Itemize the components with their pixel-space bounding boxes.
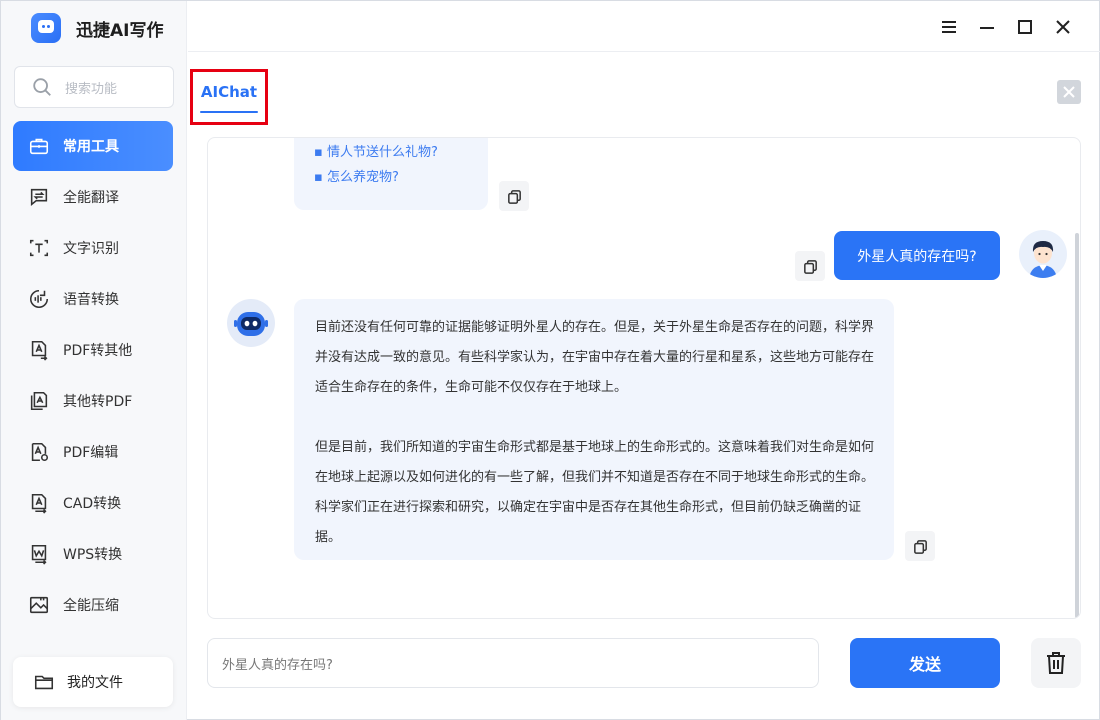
app-window: 迅捷AI写作 搜索功能 常用工具 全能翻译 文字识别 语音转换 PDF转其他 其… xyxy=(0,0,1100,720)
sidebar-search-input[interactable]: 搜索功能 xyxy=(14,66,174,108)
my-files-label: 我的文件 xyxy=(67,675,123,691)
app-logo-icon xyxy=(31,13,61,43)
sidebar-item-label: 全能翻译 xyxy=(63,190,119,206)
sidebar-item-common-tools[interactable]: 常用工具 xyxy=(13,121,173,171)
sidebar-item-label: CAD转换 xyxy=(63,496,122,512)
message-input[interactable] xyxy=(207,638,819,688)
user-avatar xyxy=(1019,230,1067,278)
search-placeholder: 搜索功能 xyxy=(65,81,118,97)
copy-icon xyxy=(913,539,927,554)
sidebar-item-voice[interactable]: 语音转换 xyxy=(13,274,173,324)
search-icon xyxy=(33,78,51,96)
maximize-icon[interactable] xyxy=(1013,15,1037,39)
sidebar-item-ocr[interactable]: 文字识别 xyxy=(13,223,173,273)
copy-icon xyxy=(803,259,817,274)
suggestion-item[interactable]: ▪ 怎么养宠物? xyxy=(314,165,488,190)
translate-icon xyxy=(27,185,51,209)
suggestion-item[interactable]: ▪ 情人节送什么礼物? xyxy=(314,140,488,165)
chat-scrollbar[interactable] xyxy=(1075,233,1079,618)
menu-icon[interactable] xyxy=(937,15,961,39)
to-pdf-icon xyxy=(27,389,51,413)
bot-message-paragraph: 目前还没有任何可靠的证据能够证明外星人的存在。但是，关于外星生命是否存在的问题，… xyxy=(315,320,875,395)
voice-convert-icon xyxy=(27,287,51,311)
trash-icon xyxy=(1047,652,1065,674)
sidebar: 迅捷AI写作 搜索功能 常用工具 全能翻译 文字识别 语音转换 PDF转其他 其… xyxy=(1,1,187,720)
sidebar-nav: 常用工具 全能翻译 文字识别 语音转换 PDF转其他 其他转PDF PDF编辑 … xyxy=(13,121,173,631)
folder-icon xyxy=(34,675,54,690)
clear-chat-button[interactable] xyxy=(1031,638,1081,688)
text-recognition-icon xyxy=(27,236,51,260)
sidebar-item-label: 常用工具 xyxy=(63,139,119,155)
sidebar-item-label: PDF编辑 xyxy=(63,445,119,461)
copy-button[interactable] xyxy=(795,251,825,281)
tab-bar: AIChat xyxy=(188,51,1100,125)
sidebar-item-label: 语音转换 xyxy=(63,292,119,308)
chat-area[interactable]: ▪ 情人节送什么礼物? ▪ 怎么养宠物? 外星人真的存在吗? 目前还没有任何可靠… xyxy=(207,137,1081,619)
cad-convert-icon xyxy=(27,491,51,515)
pdf-edit-icon xyxy=(27,440,51,464)
sidebar-item-wps[interactable]: WPS转换 xyxy=(13,529,173,579)
sidebar-item-label: WPS转换 xyxy=(63,547,123,563)
sidebar-item-label: PDF转其他 xyxy=(63,343,133,359)
sidebar-item-translate[interactable]: 全能翻译 xyxy=(13,172,173,222)
sidebar-item-pdf-edit[interactable]: PDF编辑 xyxy=(13,427,173,477)
brand: 迅捷AI写作 xyxy=(31,13,163,43)
bot-avatar xyxy=(227,299,275,347)
compress-icon xyxy=(27,593,51,617)
copy-icon xyxy=(507,189,521,204)
tab-aichat[interactable]: AIChat xyxy=(190,69,268,125)
send-button[interactable]: 发送 xyxy=(850,638,1000,688)
minimize-icon[interactable] xyxy=(975,15,999,39)
tab-active-indicator xyxy=(200,111,258,113)
sidebar-item-other-to-pdf[interactable]: 其他转PDF xyxy=(13,376,173,426)
my-files-button[interactable]: 我的文件 xyxy=(13,657,173,707)
close-icon[interactable] xyxy=(1051,15,1075,39)
pdf-convert-icon xyxy=(27,338,51,362)
app-name: 迅捷AI写作 xyxy=(76,20,164,41)
sidebar-item-label: 其他转PDF xyxy=(63,394,133,410)
toolbox-icon xyxy=(27,134,51,158)
sidebar-item-label: 文字识别 xyxy=(63,241,119,257)
copy-button[interactable] xyxy=(499,181,529,211)
copy-button[interactable] xyxy=(905,531,935,561)
suggestions-bubble: ▪ 情人节送什么礼物? ▪ 怎么养宠物? xyxy=(294,138,488,210)
user-message-bubble: 外星人真的存在吗? xyxy=(834,231,1000,280)
bot-message-bubble: 目前还没有任何可靠的证据能够证明外星人的存在。但是，关于外星生命是否存在的问题，… xyxy=(294,299,894,560)
close-icon xyxy=(1063,86,1075,98)
sidebar-item-cad[interactable]: CAD转换 xyxy=(13,478,173,528)
sidebar-item-compress[interactable]: 全能压缩 xyxy=(13,580,173,630)
bot-message-paragraph: 但是目前，我们所知道的宇宙生命形式都是基于地球上的生命形式的。这意味着我们对生命… xyxy=(315,440,875,545)
sidebar-item-label: 全能压缩 xyxy=(63,598,119,614)
sidebar-item-pdf-to-other[interactable]: PDF转其他 xyxy=(13,325,173,375)
wps-convert-icon xyxy=(27,542,51,566)
user-message-text: 外星人真的存在吗? xyxy=(857,248,977,265)
close-panel-button[interactable] xyxy=(1057,80,1081,104)
tab-label: AIChat xyxy=(200,83,258,101)
